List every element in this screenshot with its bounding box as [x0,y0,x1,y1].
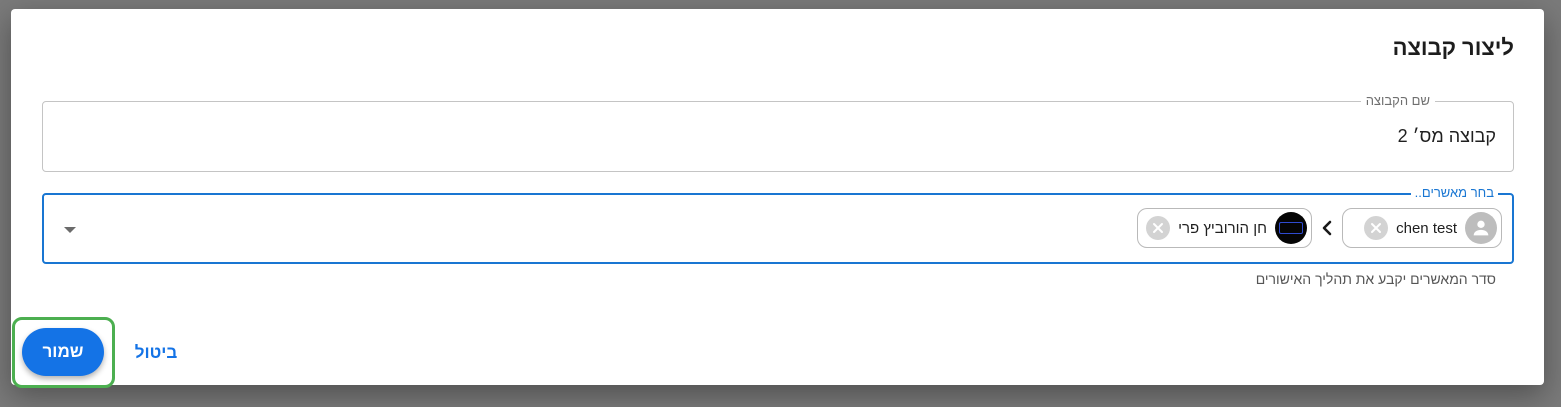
arrow-drop-down-icon[interactable] [62,223,78,235]
chevron-left-icon [1312,220,1342,236]
approvers-helper-text: סדר המאשרים יקבע את תהליך האישורים [1255,271,1496,287]
cancel-button[interactable]: ביטול [133,340,179,366]
dialog-title: ליצור קבוצה [1392,35,1514,60]
approver-chip-label: chen test [1396,219,1457,237]
approvers-select[interactable]: בחר מאשרים.. chen test חן הורוביץ פרי [42,185,1514,264]
save-button[interactable]: שמור [22,328,104,376]
group-name-label: שם הקבוצה [1360,93,1435,109]
remove-chip-icon[interactable] [1146,216,1171,240]
approver-chip[interactable]: חן הורוביץ פרי [1137,208,1312,248]
remove-chip-icon[interactable] [1364,216,1389,240]
profile-photo-avatar [1275,212,1307,244]
approver-chip[interactable]: chen test [1342,208,1502,248]
approvers-label: בחר מאשרים.. [1410,185,1498,201]
approver-chip-label: חן הורוביץ פרי [1178,219,1267,237]
person-icon [1465,212,1497,244]
create-group-dialog: ליצור קבוצה שם הקבוצה קבוצה מס׳ 2 בחר מא… [11,9,1544,388]
approver-chips: chen test חן הורוביץ פרי [1137,208,1502,248]
group-name-input[interactable]: קבוצה מס׳ 2 [1398,126,1496,147]
group-name-field[interactable]: שם הקבוצה קבוצה מס׳ 2 [42,93,1514,172]
